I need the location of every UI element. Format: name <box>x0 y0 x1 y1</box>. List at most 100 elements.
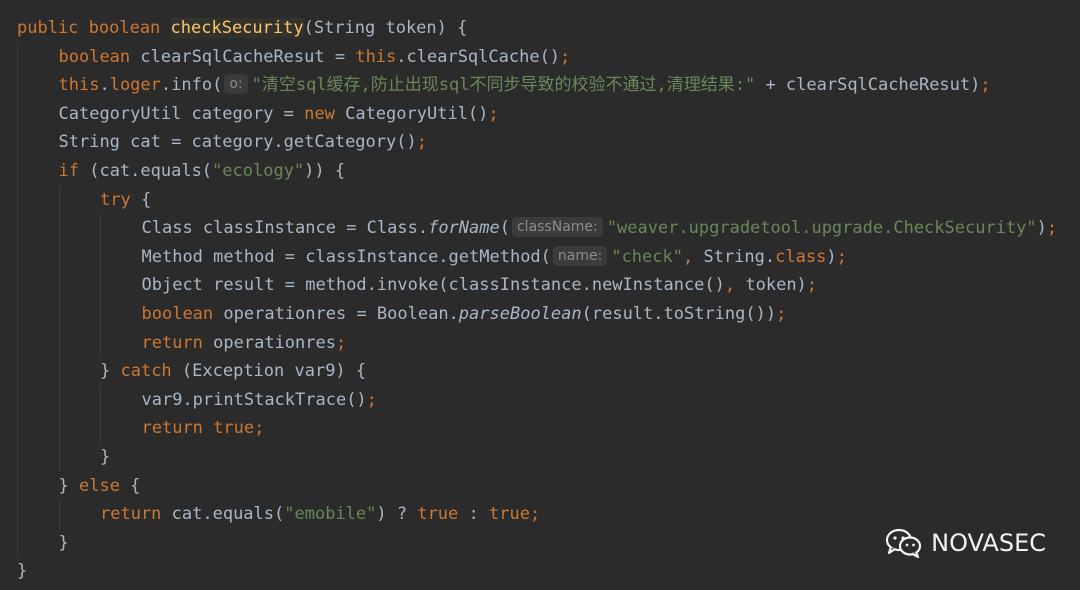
token: ; <box>529 504 541 525</box>
indent-guide <box>58 442 101 472</box>
indent-guide <box>100 299 142 329</box>
token: boolean <box>141 303 224 324</box>
token: } <box>100 446 111 467</box>
indent-guide <box>17 528 59 558</box>
code-line-11[interactable]: boolean operationres = Boolean.parseBool… <box>0 299 1057 329</box>
string-literal: "ecology" <box>212 160 305 181</box>
token: boolean <box>58 46 141 67</box>
code-line-8[interactable]: Class classInstance = Class.forName(clas… <box>0 214 1057 243</box>
watermark-text: NOVASEC <box>931 529 1046 557</box>
string-literal: "check" <box>611 246 683 267</box>
code-line-6[interactable]: if (cat.equals("ecology")) { <box>0 156 1057 186</box>
token: (cat.equals( <box>89 160 213 181</box>
token: forName <box>428 218 500 239</box>
code-line-20[interactable]: } <box>0 557 1057 586</box>
code-line-13[interactable]: } catch (Exception var9) { <box>0 357 1057 386</box>
code-line-17[interactable]: } else { <box>0 471 1057 501</box>
token: (String token) { <box>303 18 468 38</box>
token: try <box>100 189 141 210</box>
indent-guide <box>100 271 142 300</box>
code-line-1[interactable]: public boolean checkSecurity(String toke… <box>0 14 1057 43</box>
indent-guide <box>58 385 101 415</box>
code-line-16[interactable]: } <box>0 442 1057 472</box>
code-line-9[interactable]: Method method = classInstance.getMethod(… <box>0 242 1057 272</box>
token: if <box>58 160 90 181</box>
token: ) ? <box>376 504 418 525</box>
token: ; <box>366 389 377 410</box>
indent-guide <box>17 500 59 529</box>
indent-guide <box>17 128 59 157</box>
code-line-4[interactable]: CategoryUtil category = new CategoryUtil… <box>0 99 1057 129</box>
token: operationres = Boolean. <box>223 303 459 324</box>
string-literal: "清空sql缓存,防止出现sql不同步导致的校验不通过,清理结果:" <box>251 75 756 96</box>
token: this <box>355 46 397 67</box>
method-name-highlight: checkSecurity <box>170 18 304 38</box>
indent-guide <box>17 357 59 386</box>
indent-guide <box>17 242 59 272</box>
token: { <box>130 475 141 496</box>
token: clearSqlCacheResut = <box>140 46 356 67</box>
parameter-hint: className: <box>511 217 603 238</box>
token: else <box>78 475 131 496</box>
token: Method method = classInstance.getMethod( <box>141 246 551 267</box>
indent-guide <box>17 385 59 415</box>
indent-guide <box>58 299 101 329</box>
token: CategoryUtil category = <box>58 103 305 124</box>
token: ; <box>1046 218 1058 239</box>
indent-guide <box>58 328 101 358</box>
token: token) <box>745 275 807 296</box>
token: : <box>468 504 489 525</box>
token: } <box>58 532 69 553</box>
code-area[interactable]: public boolean checkSecurity(String toke… <box>0 14 1057 586</box>
indent-guide <box>58 357 101 386</box>
code-line-15[interactable]: return true; <box>0 414 1057 443</box>
indent-guide <box>58 500 101 529</box>
indent-guide <box>17 328 59 358</box>
code-line-2[interactable]: boolean clearSqlCacheResut = this.clearS… <box>0 42 1057 72</box>
code-line-3[interactable]: this.loger.info(o: "清空sql缓存,防止出现sql不同步导致的… <box>0 71 1057 100</box>
code-line-7[interactable]: try { <box>0 185 1057 215</box>
code-editor[interactable]: public boolean checkSecurity(String toke… <box>0 0 1080 590</box>
token: )) { <box>304 160 346 181</box>
indent-guide <box>58 414 101 443</box>
token: catch <box>120 361 182 382</box>
indent-guide <box>58 214 101 243</box>
token: new <box>304 103 346 124</box>
indent-guide <box>17 271 59 300</box>
string-literal: "weaver.upgradetool.upgrade.CheckSecurit… <box>606 218 1037 239</box>
token: , <box>724 275 746 296</box>
indent-guide <box>17 71 59 100</box>
token: this <box>58 75 100 96</box>
token: ; <box>335 332 347 353</box>
wechat-icon <box>886 528 922 558</box>
token: return <box>141 332 214 353</box>
parameter-hint: o: <box>224 74 248 95</box>
indent-guide <box>100 242 142 272</box>
parameter-hint: name: <box>552 245 608 266</box>
token: var9.printStackTrace() <box>141 389 367 410</box>
token: public boolean <box>17 18 171 38</box>
code-line-14[interactable]: var9.printStackTrace(); <box>0 385 1057 415</box>
code-line-12[interactable]: return operationres; <box>0 328 1057 358</box>
indent-guide <box>100 328 142 358</box>
token: ; <box>806 275 818 296</box>
token: (Exception var9) { <box>181 361 367 382</box>
watermark: NOVASEC <box>885 528 1046 558</box>
token: } <box>58 475 79 496</box>
indent-guide <box>17 414 59 443</box>
code-line-10[interactable]: Object result = method.invoke(classInsta… <box>0 271 1057 300</box>
token: return <box>100 504 172 525</box>
string-literal: "emobile" <box>284 504 377 525</box>
code-line-5[interactable]: String cat = category.getCategory(); <box>0 128 1057 157</box>
token: Object result = method.invoke(classInsta… <box>141 275 725 296</box>
token: String. <box>703 246 776 267</box>
token: class <box>775 246 827 267</box>
token: (result.toString()) <box>581 303 777 324</box>
token: + clearSqlCacheResut) <box>755 75 981 96</box>
token: } <box>100 361 121 382</box>
code-line-18[interactable]: return cat.equals("emobile") ? true : tr… <box>0 500 1057 529</box>
token: Class classInstance = Class. <box>141 218 429 239</box>
indent-guide <box>58 185 101 215</box>
token: parseBoolean <box>458 303 582 324</box>
token: cat.equals( <box>171 504 285 525</box>
